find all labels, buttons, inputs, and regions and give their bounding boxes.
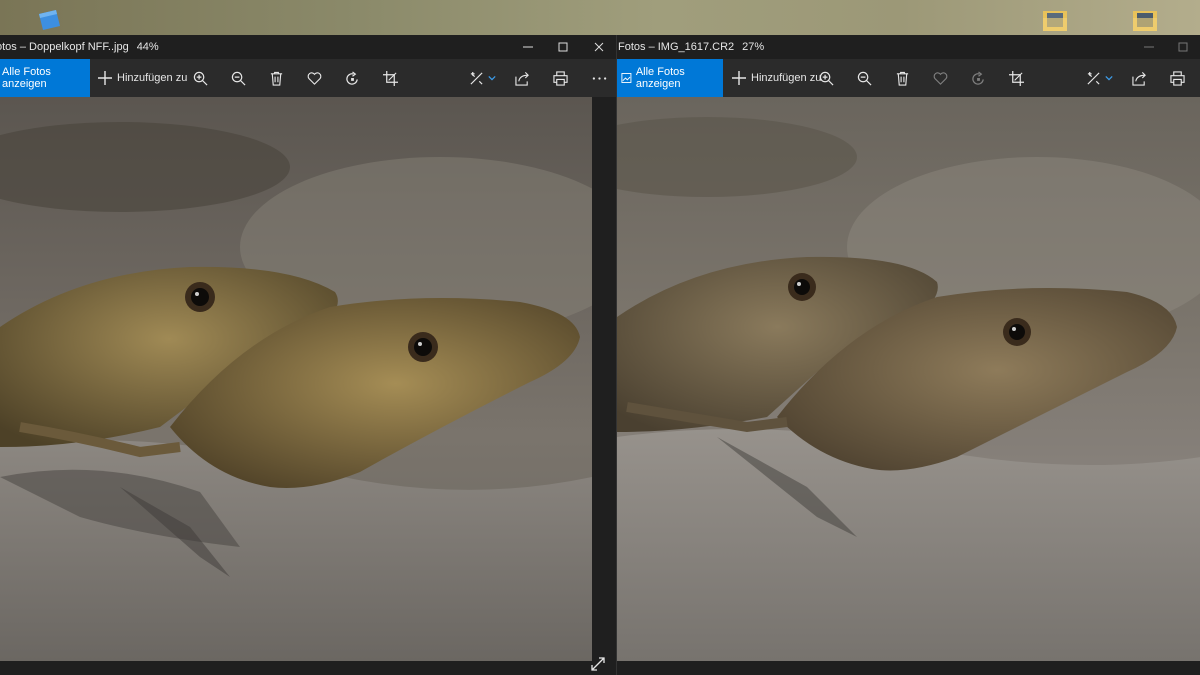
all-photos-label: Alle Fotos anzeigen: [635, 66, 685, 90]
delete-button[interactable]: [892, 59, 912, 97]
delete-icon: [270, 71, 282, 86]
edit-icon: [469, 71, 483, 85]
favorite-icon: [933, 71, 947, 85]
delete-button[interactable]: [266, 59, 286, 97]
title-bar[interactable]: otos – Doppelkopf NFF..jpg 44%: [0, 35, 616, 59]
more-icon: [592, 76, 606, 80]
rotate-icon: [345, 70, 358, 85]
all-photos-button[interactable]: Alle Fotos anzeigen: [617, 59, 723, 97]
zoom-in-button[interactable]: [816, 59, 836, 97]
zoom-out-icon: [231, 71, 245, 85]
zoom-out-icon: [857, 71, 871, 85]
photo-viewer[interactable]: [0, 97, 592, 661]
file-title: otos – Doppelkopf NFF..jpg: [0, 41, 129, 53]
favorite-button[interactable]: [304, 59, 324, 97]
desktop-background: [0, 0, 1200, 40]
add-to-button[interactable]: Hinzufügen zu: [98, 59, 187, 97]
chevron-down-icon: [1104, 75, 1113, 81]
favorite-icon: [307, 71, 321, 85]
folder-icon[interactable]: [1132, 8, 1158, 32]
delete-icon: [896, 71, 908, 86]
rotate-icon: [971, 70, 984, 85]
edit-button[interactable]: [466, 59, 498, 97]
all-photos-label: Alle Fotos anzeigen: [2, 66, 51, 90]
plus-icon: [98, 71, 112, 85]
photo-viewer[interactable]: [617, 97, 1200, 661]
recycle-bin-icon[interactable]: [36, 8, 62, 32]
window-title: otos – Doppelkopf NFF..jpg 44%: [0, 41, 159, 53]
share-icon: [514, 71, 529, 86]
rotate-button[interactable]: [968, 59, 988, 97]
zoom-in-icon: [819, 71, 833, 85]
zoom-level: 27%: [742, 41, 765, 53]
lizard-photo: [0, 97, 592, 661]
edit-button[interactable]: [1083, 59, 1115, 97]
maximize-button[interactable]: [546, 35, 580, 59]
crop-button[interactable]: [1006, 59, 1026, 97]
add-to-button[interactable]: Hinzufügen zu: [732, 59, 821, 97]
edit-icon: [1086, 71, 1100, 85]
status-strip: [617, 661, 1200, 675]
window-title: Fotos – IMG_1617.CR2 27%: [618, 41, 764, 53]
toolbar: Alle Fotos anzeigen Hinzufügen zu: [0, 59, 616, 97]
add-to-label: Hinzufügen zu: [751, 72, 822, 84]
print-icon: [1169, 70, 1185, 86]
zoom-out-button[interactable]: [228, 59, 248, 97]
zoom-level: 44%: [136, 41, 159, 53]
folder-icon[interactable]: [1042, 8, 1068, 32]
crop-icon: [382, 70, 398, 86]
photos-window-left[interactable]: otos – Doppelkopf NFF..jpg 44% Alle Fotos…: [0, 35, 616, 675]
lizard-photo: [617, 97, 1200, 661]
fullscreen-icon[interactable]: [590, 656, 606, 672]
zoom-in-icon: [193, 71, 207, 85]
all-photos-button[interactable]: Alle Fotos anzeigen: [0, 59, 90, 97]
title-bar[interactable]: Fotos – IMG_1617.CR2 27%: [617, 35, 1200, 59]
zoom-out-button[interactable]: [854, 59, 874, 97]
maximize-button[interactable]: [1166, 35, 1200, 59]
chevron-down-icon: [487, 75, 496, 81]
print-button[interactable]: [550, 59, 570, 97]
status-strip: [0, 661, 616, 675]
share-button[interactable]: [512, 59, 532, 97]
minimize-button[interactable]: [1132, 35, 1166, 59]
zoom-in-button[interactable]: [190, 59, 210, 97]
crop-button[interactable]: [380, 59, 400, 97]
share-icon: [1131, 71, 1146, 86]
print-icon: [552, 70, 568, 86]
toolbar: Alle Fotos anzeigen Hinzufügen zu: [617, 59, 1200, 97]
plus-icon: [732, 71, 746, 85]
favorite-button[interactable]: [930, 59, 950, 97]
print-button[interactable]: [1167, 59, 1187, 97]
photos-icon: [621, 73, 632, 83]
rotate-button[interactable]: [342, 59, 362, 97]
close-button[interactable]: [582, 35, 616, 59]
minimize-button[interactable]: [511, 35, 545, 59]
share-button[interactable]: [1129, 59, 1149, 97]
more-button[interactable]: [589, 59, 609, 97]
file-title: Fotos – IMG_1617.CR2: [618, 41, 735, 53]
add-to-label: Hinzufügen zu: [117, 72, 188, 84]
crop-icon: [1008, 70, 1024, 86]
photos-window-right[interactable]: Fotos – IMG_1617.CR2 27% Alle Fotos anzei…: [616, 35, 1200, 675]
